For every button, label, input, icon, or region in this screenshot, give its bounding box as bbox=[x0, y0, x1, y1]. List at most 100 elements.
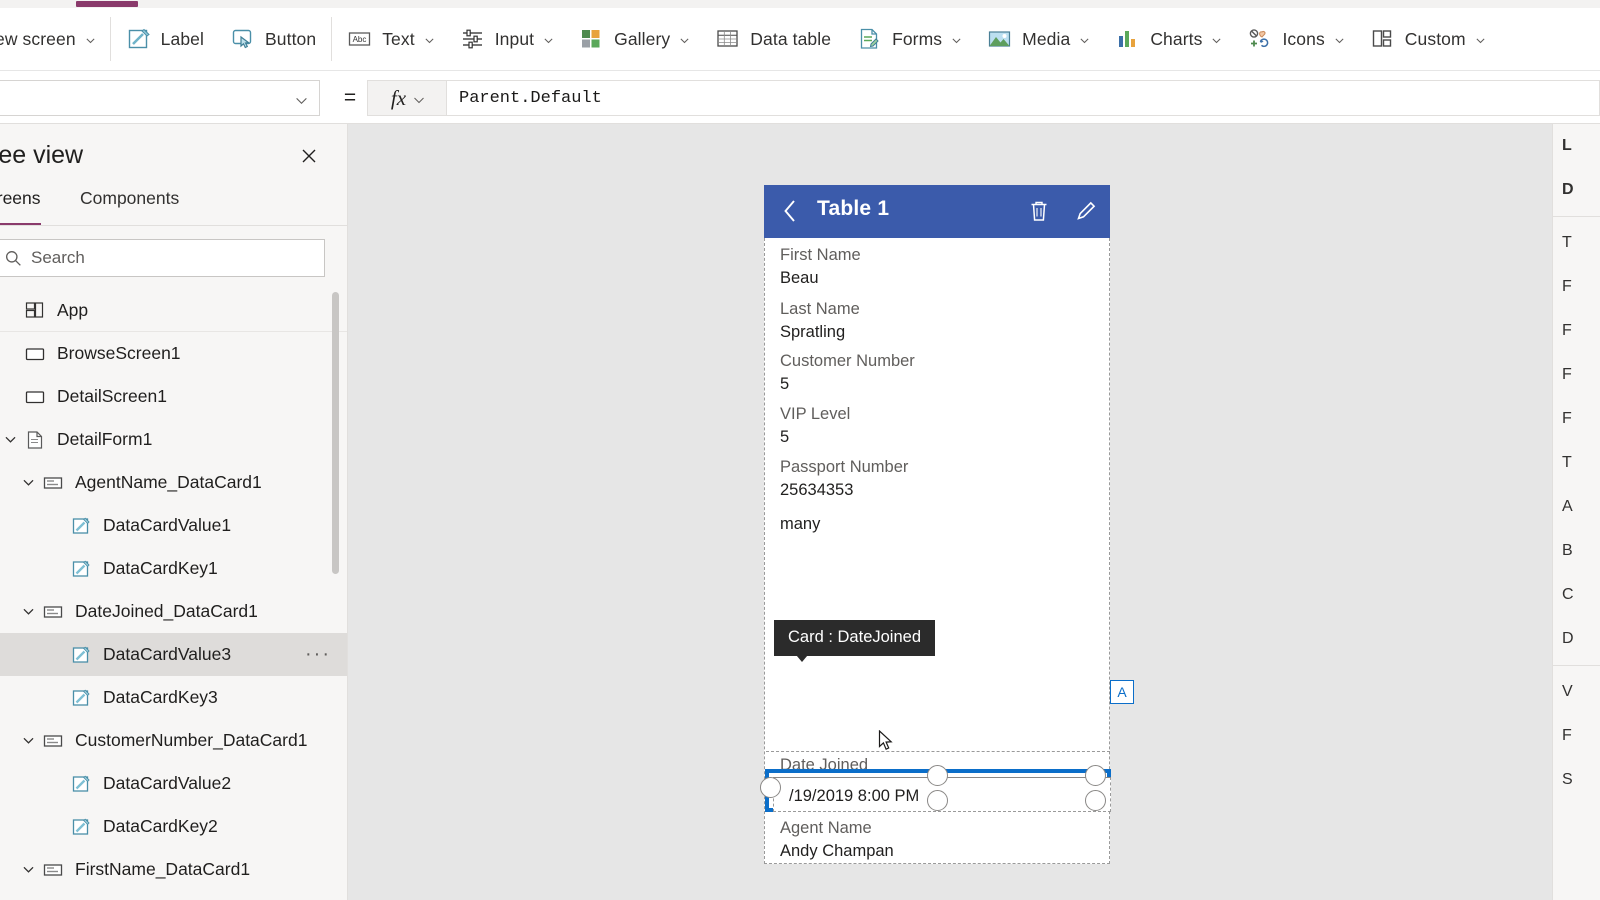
tree-item-datacardvalue1[interactable]: DataCardValue1 bbox=[0, 504, 347, 547]
properties-row[interactable]: S bbox=[1553, 758, 1600, 802]
properties-row[interactable]: D bbox=[1553, 168, 1600, 212]
resize-handle-top-center[interactable] bbox=[927, 765, 948, 786]
properties-row[interactable]: T bbox=[1553, 441, 1600, 485]
ribbon-item-forms[interactable]: Forms bbox=[844, 13, 974, 65]
text-icon: Abc bbox=[349, 32, 371, 46]
properties-row[interactable]: T bbox=[1553, 221, 1600, 265]
properties-row[interactable]: V bbox=[1553, 670, 1600, 714]
ribbon-item-label[interactable]: Label bbox=[113, 13, 217, 65]
control-icon bbox=[66, 645, 96, 665]
tree-item-datacardvalue2[interactable]: DataCardValue2 bbox=[0, 762, 347, 805]
ribbon-item-gallery[interactable]: Gallery bbox=[566, 13, 702, 65]
trash-icon[interactable] bbox=[1028, 199, 1050, 228]
search-container: Search bbox=[0, 226, 347, 289]
tree-item-agentname-datacard1[interactable]: AgentName_DataCard1 bbox=[0, 461, 347, 504]
chevron-down-icon bbox=[1475, 35, 1485, 45]
form-icon bbox=[20, 430, 50, 450]
tree-scrollbar[interactable] bbox=[332, 292, 339, 574]
resize-handle-bottom-right[interactable] bbox=[1085, 790, 1106, 811]
forms-icon bbox=[860, 28, 879, 49]
properties-row[interactable]: F bbox=[1553, 265, 1600, 309]
ribbon-item-text[interactable]: Abc Text bbox=[334, 13, 447, 65]
screen-header-bar: Table 1 bbox=[764, 185, 1110, 238]
formula-bar: = fx Parent.Default bbox=[0, 71, 1600, 124]
resize-handle-bottom-center[interactable] bbox=[927, 790, 948, 811]
properties-row[interactable]: A bbox=[1553, 485, 1600, 529]
powerapps-studio-window: ew screen Label Button Abc Text Input Ga… bbox=[0, 0, 1600, 900]
form-field[interactable]: Last Name Spratling bbox=[780, 300, 860, 342]
accessibility-badge[interactable]: A bbox=[1110, 680, 1134, 704]
tree-item-label: DetailForm1 bbox=[57, 429, 153, 449]
tree-item-more-options-icon[interactable]: ··· bbox=[305, 644, 331, 664]
property-dropdown[interactable] bbox=[0, 80, 320, 116]
form-field-key: Last Name bbox=[780, 300, 860, 318]
fx-button[interactable]: fx bbox=[367, 80, 447, 116]
tree-item-label: DataCardValue1 bbox=[103, 515, 232, 535]
form-field-value: many bbox=[780, 515, 821, 533]
chevron-down-icon[interactable] bbox=[0, 433, 20, 446]
tree-item-app[interactable]: App bbox=[0, 289, 347, 332]
tree-item-datacardkey1[interactable]: DataCardKey1 bbox=[0, 547, 347, 590]
chevron-down-icon bbox=[295, 94, 307, 104]
back-arrow-icon[interactable] bbox=[782, 198, 799, 229]
tree-item-label: FirstName_DataCard1 bbox=[75, 859, 251, 879]
ribbon-item-data-table[interactable]: Data table bbox=[702, 13, 844, 65]
chevron-down-icon[interactable] bbox=[18, 476, 38, 489]
properties-row[interactable]: B bbox=[1553, 529, 1600, 573]
search-input[interactable]: Search bbox=[0, 239, 325, 277]
datacard-icon bbox=[38, 602, 68, 622]
properties-row[interactable]: C bbox=[1553, 573, 1600, 617]
close-icon[interactable] bbox=[295, 142, 323, 170]
tree-item-detailscreen1[interactable]: DetailScreen1 bbox=[0, 375, 347, 418]
screen-title: Table 1 bbox=[817, 197, 890, 220]
control-icon bbox=[66, 817, 96, 837]
form-field[interactable]: Passport Number 25634353 bbox=[780, 458, 908, 500]
properties-row[interactable]: F bbox=[1553, 309, 1600, 353]
tree-view-panel: ree view creens Components bbox=[0, 124, 348, 900]
tree-item-datacardvalue3[interactable]: DataCardValue3 ··· bbox=[0, 633, 347, 676]
tab-components[interactable]: Components bbox=[80, 186, 179, 225]
properties-divider bbox=[1553, 216, 1600, 217]
properties-row[interactable]: F bbox=[1553, 714, 1600, 758]
tab-screens-label: creens bbox=[0, 188, 41, 208]
ribbon-item-new-screen[interactable]: ew screen bbox=[0, 13, 108, 65]
form-field[interactable]: First Name Beau bbox=[780, 246, 861, 288]
properties-row[interactable]: F bbox=[1553, 397, 1600, 441]
form-field[interactable]: Customer Number 5 bbox=[780, 352, 915, 394]
ribbon-label: Label bbox=[160, 28, 204, 49]
ribbon-item-media[interactable]: Media bbox=[974, 13, 1102, 65]
control-icon bbox=[66, 559, 96, 579]
tree-item-datacardkey3[interactable]: DataCardKey3 bbox=[0, 676, 347, 719]
chevron-down-icon[interactable] bbox=[18, 605, 38, 618]
tree-item-browsescreen1[interactable]: BrowseScreen1 bbox=[0, 332, 347, 375]
tab-screens[interactable]: creens bbox=[0, 186, 41, 225]
tree-item-datacardkey2[interactable]: DataCardKey2 bbox=[0, 805, 347, 848]
chevron-down-icon[interactable] bbox=[18, 734, 38, 747]
ribbon-item-icons[interactable]: Icons bbox=[1234, 13, 1356, 65]
search-placeholder-text: Search bbox=[31, 248, 85, 267]
properties-row[interactable]: D bbox=[1553, 617, 1600, 661]
chevron-down-icon bbox=[424, 35, 434, 45]
ribbon-item-button[interactable]: Button bbox=[217, 13, 329, 65]
chevron-down-icon[interactable] bbox=[18, 863, 38, 876]
formula-input[interactable]: Parent.Default bbox=[447, 80, 1600, 116]
ribbon-item-input[interactable]: Input bbox=[447, 13, 566, 65]
ribbon-item-custom[interactable]: Custom bbox=[1357, 13, 1498, 65]
form-field[interactable]: VIP Level 5 bbox=[780, 405, 850, 447]
agent-name-field: Agent Name Andy Champan bbox=[780, 819, 894, 861]
resize-handle-left[interactable] bbox=[760, 777, 781, 798]
properties-row[interactable]: L bbox=[1553, 124, 1600, 168]
tree-item-datejoined-datacard1[interactable]: DateJoined_DataCard1 bbox=[0, 590, 347, 633]
tree-item-customernumber-datacard1[interactable]: CustomerNumber_DataCard1 bbox=[0, 719, 347, 762]
edit-pencil-icon[interactable] bbox=[1074, 199, 1098, 228]
datacard-divider bbox=[766, 751, 1110, 752]
properties-row[interactable]: F bbox=[1553, 353, 1600, 397]
tree-item-label: App bbox=[57, 299, 89, 320]
tree-item-firstname-datacard1[interactable]: FirstName_DataCard1 bbox=[0, 848, 347, 891]
resize-handle-top-right[interactable] bbox=[1085, 765, 1106, 786]
form-field[interactable]: many bbox=[780, 511, 820, 534]
selected-datacard-value[interactable]: /19/2019 8:00 PM bbox=[760, 765, 1111, 812]
chevron-down-icon bbox=[1079, 35, 1089, 45]
tree-item-detailform1[interactable]: DetailForm1 bbox=[0, 418, 347, 461]
ribbon-item-charts[interactable]: Charts bbox=[1102, 13, 1234, 65]
